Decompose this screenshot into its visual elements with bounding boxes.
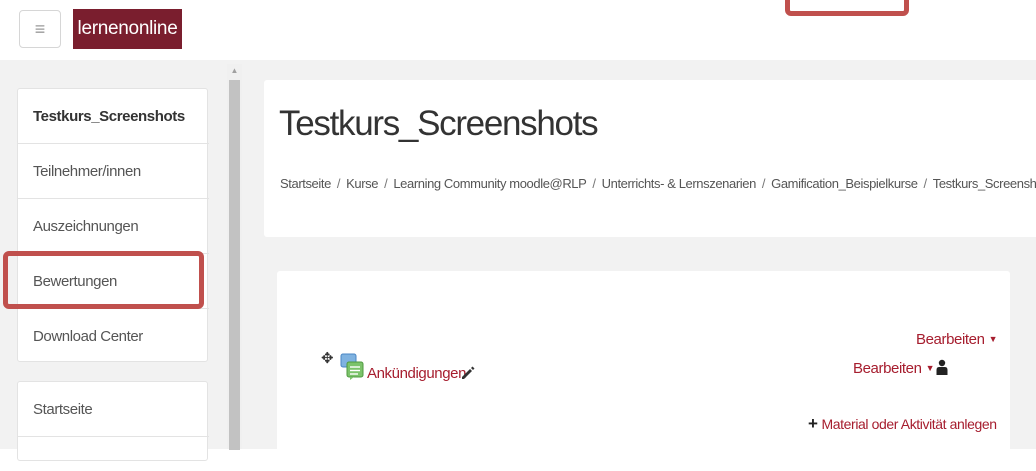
caret-down-icon: ▼ bbox=[988, 334, 998, 344]
breadcrumb-item-community[interactable]: Learning Community moodle@RLP bbox=[393, 176, 586, 191]
user-icon[interactable] bbox=[936, 359, 948, 375]
breadcrumb-separator: / bbox=[384, 176, 388, 191]
sidebar-navigation-block: Testkurs_Screenshots Teilnehmer/innen Au… bbox=[17, 88, 209, 364]
scroll-thumb[interactable] bbox=[229, 80, 240, 450]
section-edit-menu[interactable]: Bearbeiten ▼ bbox=[916, 331, 997, 348]
breadcrumb-item-home[interactable]: Startseite bbox=[280, 176, 331, 191]
activity-link-announcements[interactable]: Ankündigungen bbox=[367, 365, 466, 382]
caret-down-icon: ▼ bbox=[925, 363, 935, 373]
move-icon[interactable]: ✥ bbox=[321, 351, 335, 366]
breadcrumb-separator: / bbox=[592, 176, 596, 191]
forum-icon bbox=[340, 353, 364, 380]
sidebar-item-course[interactable]: Testkurs_Screenshots bbox=[18, 89, 209, 144]
scroll-up-icon[interactable]: ▲ bbox=[227, 64, 242, 78]
breadcrumb-item-courses[interactable]: Kurse bbox=[346, 176, 378, 191]
hamburger-icon: ≡ bbox=[34, 18, 46, 39]
sidebar-site-block: Startseite bbox=[17, 381, 209, 461]
sidebar-scrollbar[interactable]: ▲ bbox=[227, 64, 242, 450]
sidebar-item-participants[interactable]: Teilnehmer/innen bbox=[18, 144, 209, 199]
breadcrumb-separator: / bbox=[336, 176, 341, 191]
brand-logo[interactable]: lernenonline bbox=[73, 9, 182, 49]
plus-icon: + bbox=[808, 414, 818, 433]
sidebar-item-badges[interactable]: Auszeichnungen bbox=[18, 199, 209, 254]
sidebar-item-download-center[interactable]: Download Center bbox=[18, 309, 209, 364]
highlight-annotation-top bbox=[785, 0, 909, 16]
breadcrumb-separator: / bbox=[761, 176, 766, 191]
activity-edit-menu[interactable]: Bearbeiten ▼ bbox=[853, 360, 934, 377]
section-edit-label: Bearbeiten bbox=[916, 331, 985, 348]
add-activity-button[interactable]: + Material oder Aktivität anlegen bbox=[808, 414, 997, 434]
highlight-annotation-grades bbox=[3, 251, 204, 309]
pencil-icon[interactable] bbox=[461, 366, 475, 380]
breadcrumb-separator: / bbox=[923, 176, 928, 191]
breadcrumb-item-gamification[interactable]: Gamification_Beispielkurse bbox=[771, 176, 918, 191]
breadcrumb-item-scenarios[interactable]: Unterrichts- & Lernszenarien bbox=[602, 176, 757, 191]
page-title: Testkurs_Screenshots bbox=[279, 104, 599, 143]
breadcrumb-item-current[interactable]: Testkurs_Screenshots bbox=[933, 176, 1036, 191]
sidebar-item-home[interactable]: Startseite bbox=[18, 382, 209, 437]
breadcrumb: Startseite / Kurse / Learning Community mood… bbox=[280, 176, 1036, 191]
hamburger-menu-button[interactable]: ≡ bbox=[19, 10, 61, 48]
activity-edit-label: Bearbeiten bbox=[853, 360, 922, 377]
add-activity-label: Material oder Aktivität anlegen bbox=[821, 416, 998, 432]
